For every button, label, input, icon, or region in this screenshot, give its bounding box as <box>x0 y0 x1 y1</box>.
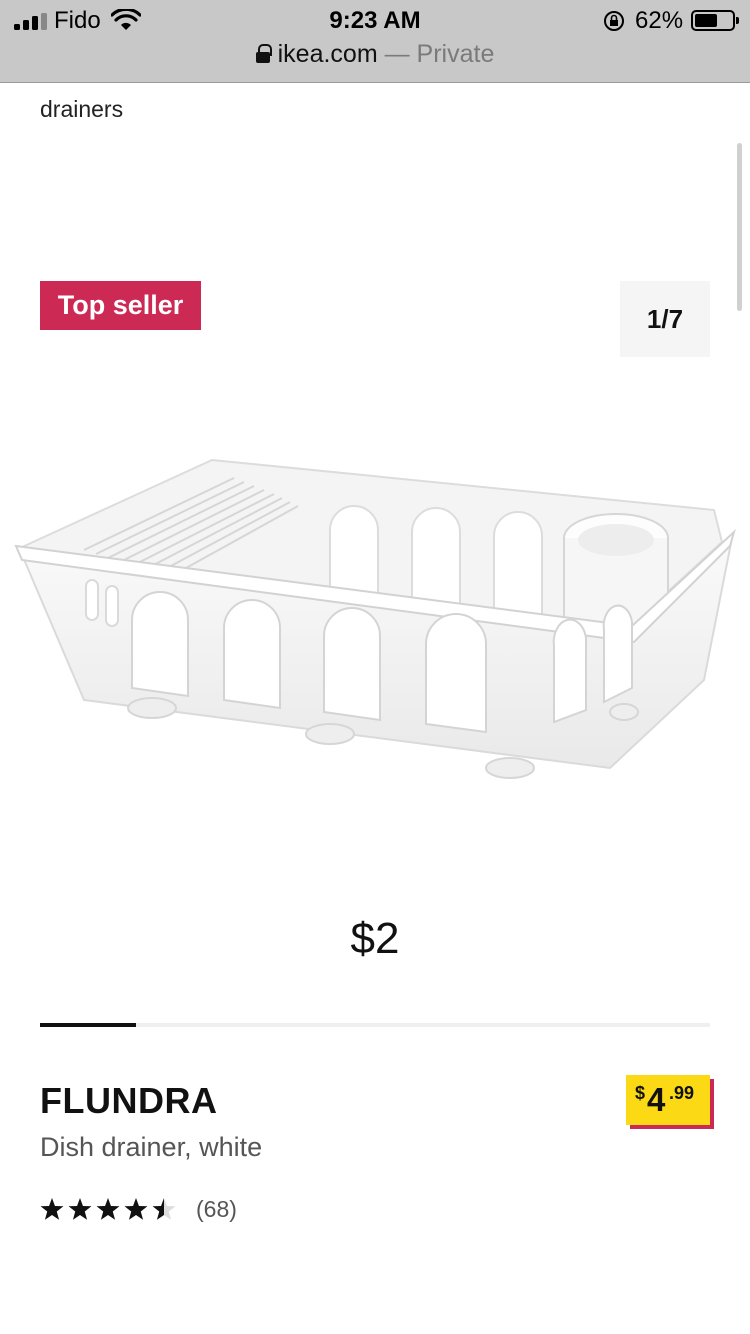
review-count: (68) <box>196 1196 237 1222</box>
gallery-progress-bar <box>40 1023 710 1027</box>
status-bar: Fido 9:23 AM 62% <box>0 0 750 40</box>
slide-price: $2 <box>350 914 400 963</box>
price-decimal: .99 <box>669 1083 695 1103</box>
secure-lock-icon <box>255 44 272 64</box>
breadcrumb[interactable]: drainers <box>40 96 123 123</box>
rating-star <box>68 1198 92 1220</box>
gallery-progress-fill <box>40 1023 136 1027</box>
browser-top-bar: Fido 9:23 AM 62% ikea.com — Private <box>0 0 750 83</box>
rating-star <box>124 1198 148 1220</box>
battery-fill <box>695 14 718 27</box>
page-scrollbar[interactable] <box>737 143 742 311</box>
address-bar[interactable]: ikea.com — Private <box>0 40 750 70</box>
battery-icon <box>691 10 739 31</box>
address-domain: ikea.com <box>277 40 378 68</box>
price-tag: $ 4 .99 <box>626 1075 710 1125</box>
rating-star <box>96 1198 120 1220</box>
product-name[interactable]: FLUNDRA <box>40 1080 217 1122</box>
rotation-lock-icon <box>604 11 624 31</box>
rating-stars-icon <box>40 1198 176 1220</box>
rating-star <box>40 1198 64 1220</box>
image-counter: 1/7 <box>620 281 710 357</box>
battery-percentage: 62% <box>635 7 684 34</box>
product-description: Dish drainer, white <box>40 1132 263 1162</box>
private-mode-label: — Private <box>384 40 495 68</box>
price-currency: $ <box>635 1083 646 1103</box>
price-integer: 4 <box>647 1081 666 1118</box>
top-seller-badge: Top seller <box>40 281 201 330</box>
product-image-dish-drainer[interactable] <box>14 450 738 790</box>
